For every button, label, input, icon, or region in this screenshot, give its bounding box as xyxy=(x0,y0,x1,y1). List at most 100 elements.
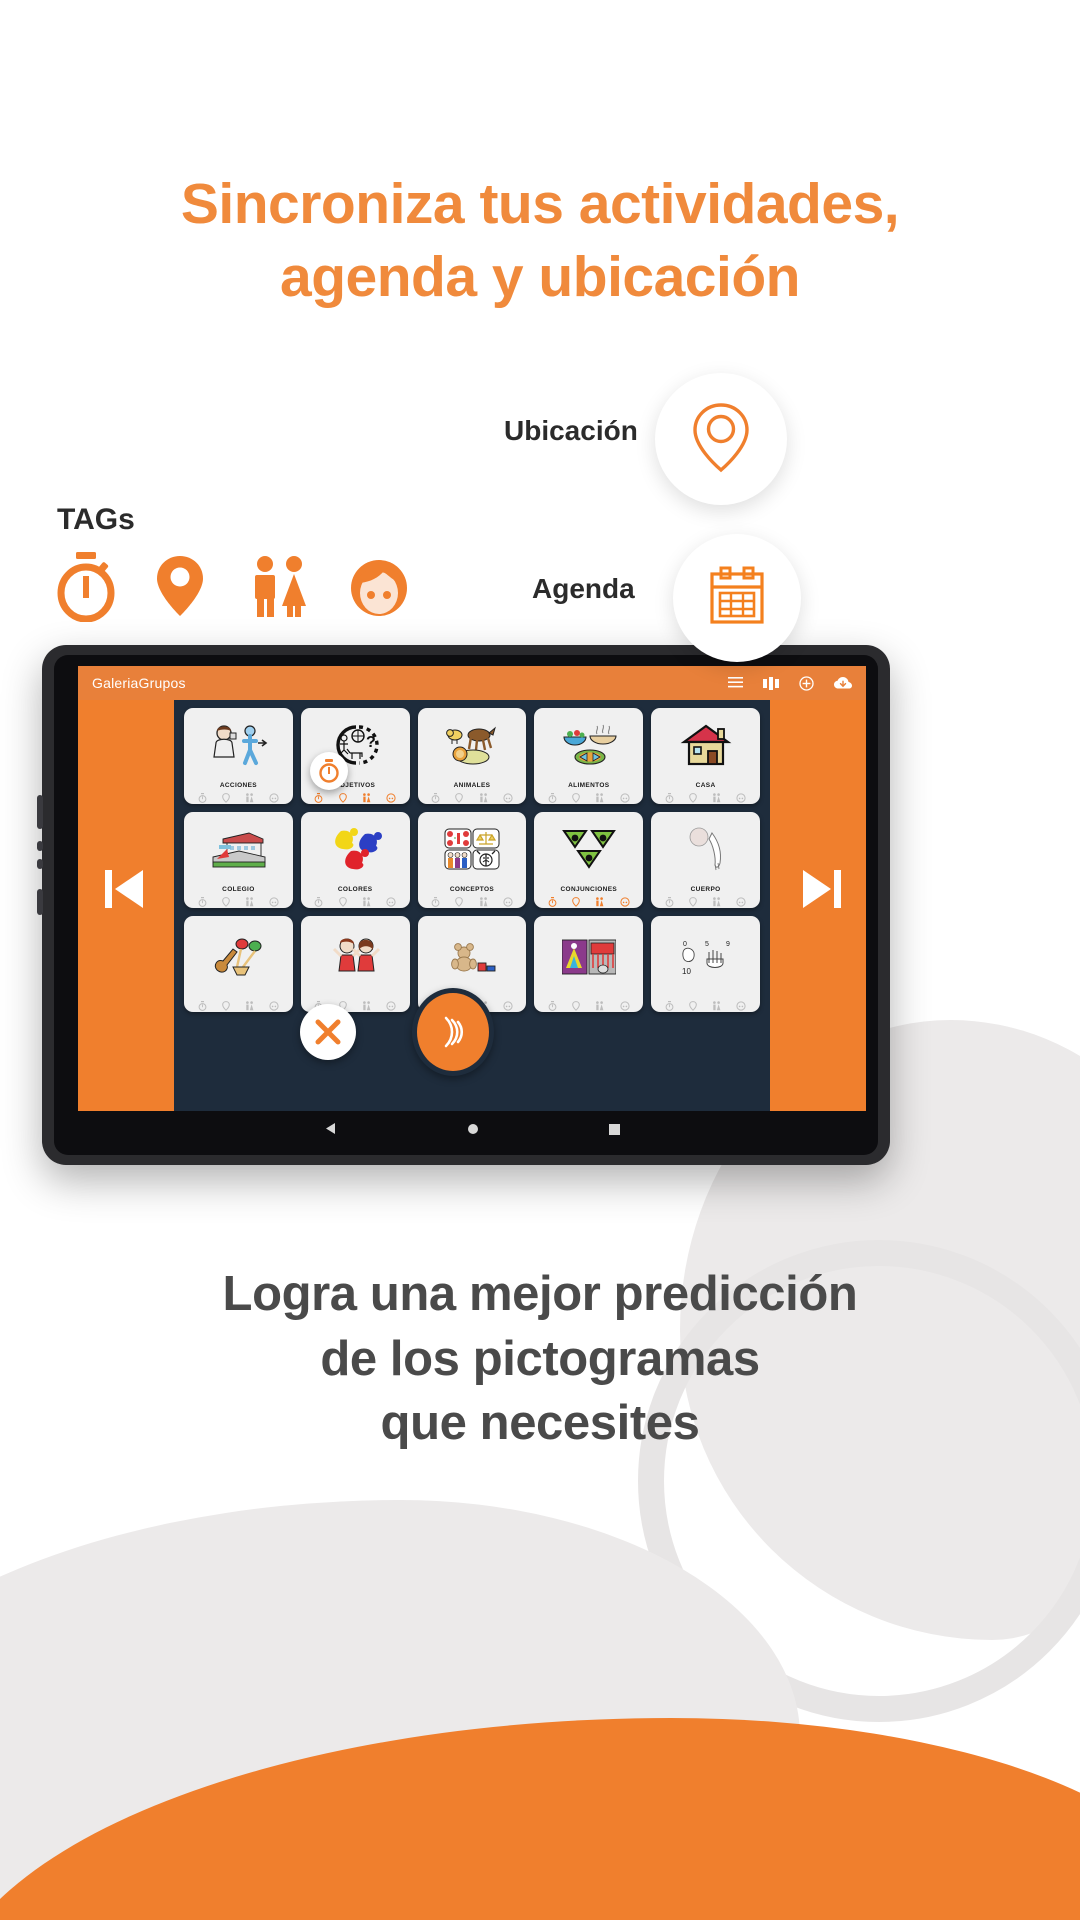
pictogram-card[interactable]: CASA xyxy=(651,708,760,804)
pictogram-caption: CASA xyxy=(695,782,716,789)
pictogram-caption: ACCIONES xyxy=(219,782,257,789)
pictogram-image xyxy=(534,708,643,782)
pictogram-caption: CONJUNCIONES xyxy=(560,886,618,893)
bottom-headline: Logra una mejor predicción de los pictog… xyxy=(0,1262,1080,1456)
tags-icon-row xyxy=(55,550,407,623)
card-tag-pin-icon xyxy=(689,1000,697,1011)
card-tag-bar xyxy=(651,999,760,1012)
card-tag-people-icon xyxy=(712,792,721,803)
pictogram-card[interactable]: COLEGIO xyxy=(184,812,293,908)
card-tag-people-icon xyxy=(362,896,371,907)
card-tag-people-icon xyxy=(479,792,488,803)
pictogram-card[interactable]: ACCIONES xyxy=(184,708,293,804)
android-back-icon[interactable] xyxy=(324,1122,337,1140)
card-tag-stopwatch-icon xyxy=(198,1000,207,1011)
pictogram-card[interactable] xyxy=(534,916,644,1012)
pictogram-image xyxy=(184,812,293,886)
card-tag-bar xyxy=(418,791,527,804)
android-home-icon[interactable] xyxy=(467,1122,479,1140)
card-tag-stopwatch-icon xyxy=(665,1000,674,1011)
card-tag-pin-icon xyxy=(338,792,347,803)
android-recents-icon[interactable] xyxy=(609,1122,620,1140)
card-tag-pin-icon xyxy=(338,896,347,907)
card-tag-face-icon xyxy=(269,1000,279,1011)
card-tag-stopwatch-icon xyxy=(431,792,440,803)
close-icon[interactable] xyxy=(300,1004,356,1060)
card-tag-stopwatch-icon xyxy=(548,792,557,803)
pictogram-card[interactable]: COLORES xyxy=(300,812,410,908)
card-tag-bar xyxy=(534,791,643,804)
cloud-download-icon[interactable] xyxy=(834,676,852,690)
pictogram-image: 0 10 5 9 xyxy=(651,916,760,997)
card-tag-bar xyxy=(184,791,293,804)
card-tag-pin-icon xyxy=(221,896,230,907)
book-flip-icon[interactable] xyxy=(763,676,779,690)
pictogram-caption: ANIMALES xyxy=(453,782,491,789)
headline-line-1: Sincroniza tus actividades, xyxy=(180,172,900,236)
card-tag-face-icon xyxy=(619,1000,630,1011)
card-tag-pin-icon xyxy=(572,896,580,907)
prev-page-icon[interactable] xyxy=(90,864,160,914)
card-tag-pin-icon xyxy=(572,792,580,803)
speak-wave-icon[interactable] xyxy=(412,988,494,1076)
card-tag-stopwatch-icon xyxy=(198,792,207,803)
people-gender-icon xyxy=(247,550,309,622)
pictogram-card[interactable]: ALIMENTOS xyxy=(534,708,644,804)
pictogram-image xyxy=(534,916,643,997)
card-tag-bar xyxy=(534,895,643,908)
card-tag-face-icon xyxy=(386,896,396,907)
card-tag-bar xyxy=(184,999,293,1012)
card-tag-face-icon xyxy=(503,1000,513,1011)
next-page-icon[interactable] xyxy=(786,864,856,914)
card-tag-face-icon xyxy=(386,1000,396,1011)
card-tag-people-icon xyxy=(712,1000,721,1011)
volume-button[interactable] xyxy=(37,795,43,829)
pictogram-caption: COLEGIO xyxy=(222,886,255,893)
card-tag-people-icon xyxy=(362,792,371,803)
power-button[interactable] xyxy=(37,889,43,915)
svg-text:9: 9 xyxy=(726,941,730,948)
pictogram-card[interactable] xyxy=(300,916,410,1012)
pictogram-caption: COLORES xyxy=(337,886,373,893)
pictogram-card[interactable]: ANIMALES xyxy=(417,708,527,804)
pictogram-image xyxy=(651,708,760,782)
pictogram-grid: ACCIONES ? ADJETIVOS ANIMALES ALIMENTOS … xyxy=(174,700,770,1020)
ubicacion-label: Ubicación xyxy=(504,415,638,446)
ubicacion-badge[interactable] xyxy=(655,373,787,505)
pictogram-card[interactable]: 0 10 5 9 xyxy=(651,916,760,1012)
pictogram-caption: ALIMENTOS xyxy=(568,782,610,789)
pictogram-image xyxy=(301,812,410,886)
pictogram-card[interactable]: CONCEPTOS xyxy=(417,812,527,908)
location-pin-icon xyxy=(686,398,756,481)
svg-text:10: 10 xyxy=(682,967,691,976)
svg-text:0: 0 xyxy=(683,941,687,948)
card-tag-people-icon xyxy=(479,896,488,907)
pictogram-image xyxy=(184,916,293,997)
card-tag-bar xyxy=(301,895,410,908)
pictogram-caption: CONCEPTOS xyxy=(449,886,495,893)
card-tag-people-icon xyxy=(712,896,721,907)
card-tag-face-icon xyxy=(736,1000,746,1011)
pictogram-card[interactable] xyxy=(184,916,293,1012)
pictogram-image xyxy=(418,916,527,997)
overlay-stopwatch-badge[interactable] xyxy=(310,752,348,790)
card-tag-pin-icon xyxy=(221,1000,230,1011)
pictogram-image xyxy=(651,812,760,886)
pictogram-card[interactable]: CONJUNCIONES xyxy=(534,812,644,908)
page-root: Sincroniza tus actividades, agenda y ubi… xyxy=(0,0,1080,1920)
agenda-badge[interactable] xyxy=(673,534,801,662)
location-pin-icon xyxy=(151,550,213,622)
app-screen: GaleriaGrupos ACCIONES ? ADJETIVOS ANIMA… xyxy=(78,666,866,1111)
bottom-headline-line-3: que necesites xyxy=(380,1396,700,1451)
add-circle-icon[interactable] xyxy=(799,675,814,691)
hamburger-menu-icon[interactable] xyxy=(728,677,743,689)
bottom-headline-line-2: de los pictogramas xyxy=(320,1331,760,1386)
card-tag-face-icon xyxy=(503,792,513,803)
tags-label: TAGs xyxy=(57,503,135,536)
card-tag-face-icon xyxy=(503,896,513,907)
card-tag-pin-icon xyxy=(689,792,697,803)
pictogram-caption: CUERPO xyxy=(690,886,721,893)
pictogram-card[interactable]: CUERPO xyxy=(651,812,760,908)
pictogram-image xyxy=(184,708,293,782)
card-tag-people-icon xyxy=(595,792,604,803)
